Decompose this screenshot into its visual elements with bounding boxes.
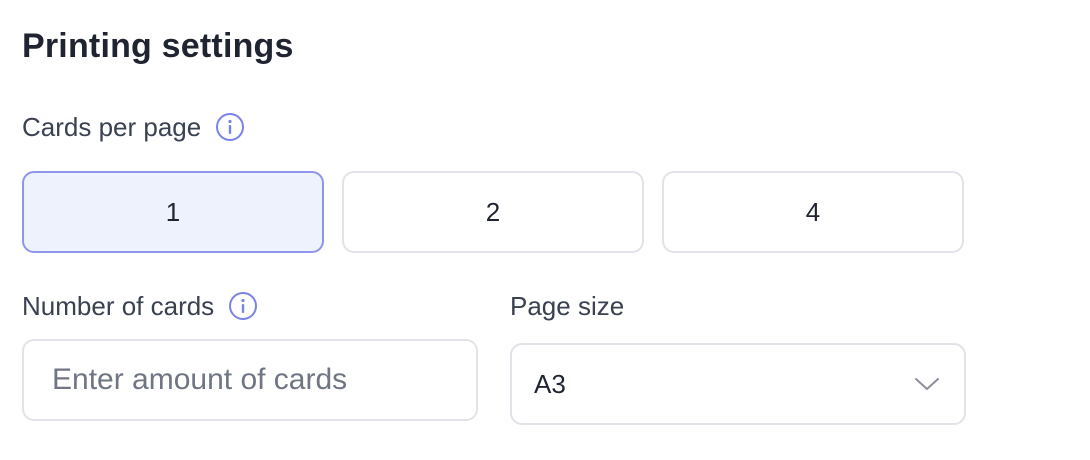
cards-per-page-label: Cards per page (22, 112, 202, 142)
cards-per-page-label-row: Cards per page (22, 111, 245, 143)
info-icon[interactable] (228, 291, 258, 321)
cards-per-page-option-2[interactable]: 2 (342, 171, 644, 253)
printing-settings-panel: Printing settings Cards per page 1 2 4 N… (0, 0, 1090, 460)
chevron-down-icon (912, 369, 942, 399)
option-label: 4 (805, 196, 821, 227)
info-icon[interactable] (215, 112, 245, 142)
number-of-cards-input[interactable] (22, 339, 478, 421)
page-size-label: Page size (510, 291, 625, 321)
page-size-select[interactable]: A3 (510, 343, 966, 425)
page-title: Printing settings (22, 27, 294, 65)
cards-per-page-option-4[interactable]: 4 (662, 171, 964, 253)
option-label: 2 (485, 196, 501, 227)
number-of-cards-label-row: Number of cards (22, 290, 258, 322)
page-size-selected-value: A3 (534, 368, 566, 399)
option-label: 1 (165, 196, 181, 227)
page-size-label-row: Page size (510, 290, 624, 322)
cards-per-page-option-1[interactable]: 1 (22, 171, 324, 253)
number-of-cards-label: Number of cards (22, 291, 215, 321)
